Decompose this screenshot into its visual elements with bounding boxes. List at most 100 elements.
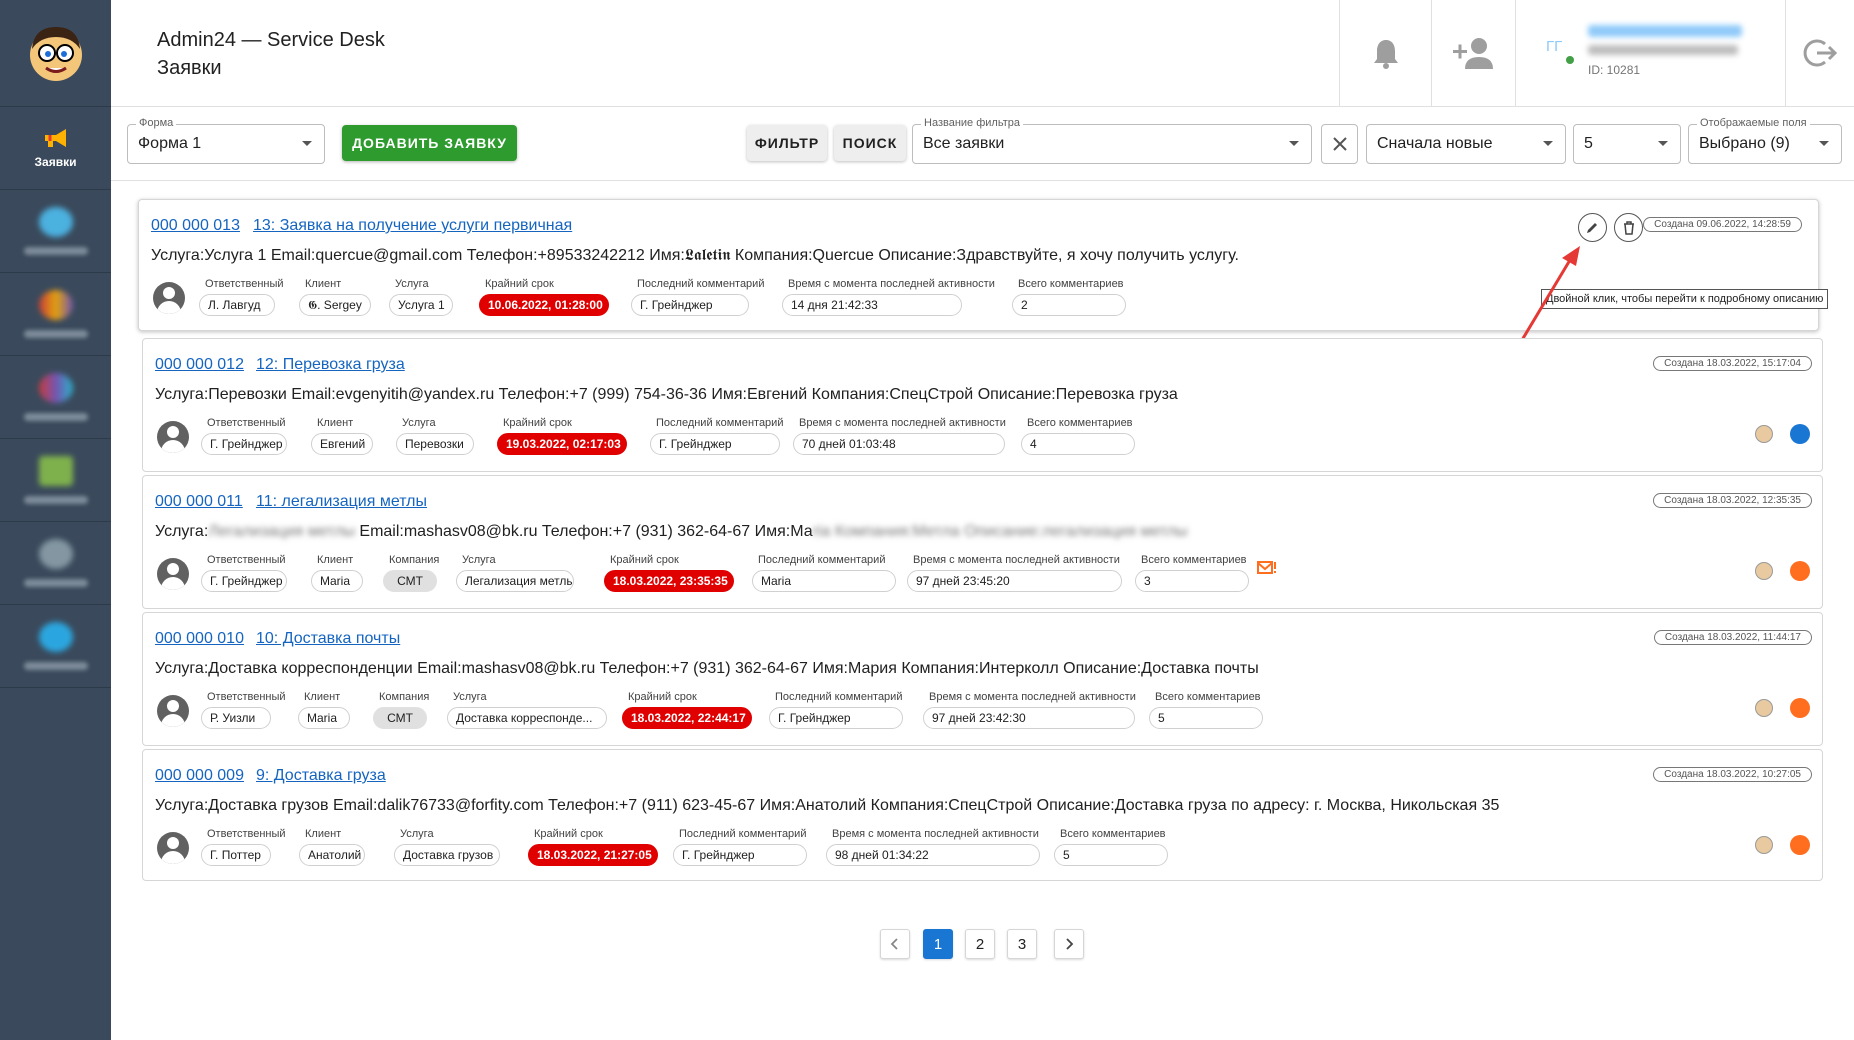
field-label: Последний комментарий	[775, 691, 903, 703]
request-title-link[interactable]: 10: Доставка почты	[256, 630, 400, 648]
sidebar-item-blurred-6[interactable]	[0, 605, 111, 688]
request-id-link[interactable]: 000 000 010	[155, 630, 244, 648]
request-title-link[interactable]: 9: Доставка груза	[256, 767, 386, 785]
field-value: Р. Уизли	[201, 707, 271, 729]
filter-button[interactable]: ФИЛЬТР	[747, 125, 827, 161]
field-value: Доставка грузов	[394, 844, 500, 866]
request-title-link[interactable]: 13: Заявка на получение услуги первичная	[253, 217, 572, 235]
field-value: Перевозки	[396, 433, 474, 455]
request-title-link[interactable]: 11: легализация метлы	[256, 493, 427, 511]
request-title-link[interactable]: 12: Перевозка груза	[256, 356, 405, 374]
field-label: Всего комментариев	[1155, 691, 1261, 703]
blurred-label	[23, 496, 88, 504]
add-request-button[interactable]: ДОБАВИТЬ ЗАЯВКУ	[342, 125, 517, 161]
page-button-3[interactable]: 3	[1007, 929, 1037, 959]
filter-name-select[interactable]: Название фильтра Все заявки	[912, 117, 1312, 164]
field-label: Клиент	[304, 691, 341, 703]
page-button-2[interactable]: 2	[965, 929, 995, 959]
request-description: Услуга:Перевозки Email:evgenyitih@yandex…	[155, 386, 1178, 403]
request-card[interactable]: 000 000 011 11: легализация метлы Услуга…	[142, 475, 1823, 609]
field-value: 97 дней 23:45:20	[907, 570, 1122, 592]
filter-name-value: Все заявки	[923, 135, 1005, 152]
toolbar: Форма Форма 1 ДОБАВИТЬ ЗАЯВКУ ФИЛЬТР ПОИ…	[111, 107, 1854, 181]
field-label: Последний комментарий	[637, 278, 765, 290]
request-id-link[interactable]: 000 000 013	[151, 217, 240, 235]
field-label: Ответственный	[207, 691, 286, 703]
displayed-fields-value: Выбрано (9)	[1699, 135, 1790, 152]
blurred-label	[23, 579, 88, 587]
edit-button[interactable]	[1578, 213, 1607, 242]
user-initials: ГГ	[1546, 38, 1563, 55]
field-value: Г. Грейнджер	[650, 433, 780, 455]
displayed-fields-select[interactable]: Отображаемые поля Выбрано (9)	[1688, 117, 1842, 164]
sort-select-value: Сначала новые	[1377, 135, 1493, 152]
megaphone-icon	[44, 129, 66, 147]
page-button-1[interactable]: 1	[923, 929, 953, 959]
logo[interactable]	[0, 0, 111, 107]
sidebar-item-requests[interactable]: Заявки	[0, 107, 111, 190]
field-value: Услуга 1	[389, 294, 453, 316]
description-blurred: Легализация метлы	[208, 523, 355, 540]
blurred-label	[23, 413, 88, 421]
request-id-link[interactable]: 000 000 012	[155, 356, 244, 374]
chevron-down-icon	[1819, 141, 1829, 146]
field-label: Ответственный	[205, 278, 284, 290]
next-page-button[interactable]	[1054, 929, 1084, 959]
field-label: Всего комментариев	[1027, 417, 1133, 429]
close-icon	[1332, 137, 1347, 151]
sidebar-item-blurred-1[interactable]	[0, 190, 111, 273]
sort-select[interactable]: Сначала новые	[1366, 124, 1566, 164]
user-face-icon	[1755, 562, 1773, 580]
blurred-label	[23, 330, 88, 338]
add-user-button[interactable]	[1431, 0, 1515, 106]
chevron-down-icon	[1289, 141, 1299, 146]
per-page-select[interactable]: 5	[1573, 124, 1681, 164]
chevron-left-icon	[890, 938, 898, 950]
field-value: Г. Грейнджер	[673, 844, 807, 866]
blurred-icon	[38, 539, 73, 569]
blurred-icon	[38, 622, 73, 652]
logout-icon	[1803, 39, 1837, 67]
request-card[interactable]: 000 000 009 9: Доставка груза Услуга:Дос…	[142, 749, 1823, 881]
add-user-icon	[1452, 38, 1493, 69]
logout-button[interactable]	[1785, 0, 1854, 106]
assignee-avatar	[153, 282, 185, 314]
assignee-avatar	[157, 421, 189, 453]
field-label: Крайний срок	[534, 828, 603, 840]
blurred-label	[23, 247, 88, 255]
user-name-blurred	[1588, 25, 1742, 37]
sidebar-item-blurred-5[interactable]	[0, 522, 111, 605]
field-value: 3	[1135, 570, 1249, 592]
field-value: Maria	[298, 707, 350, 729]
clear-filter-button[interactable]	[1321, 124, 1358, 164]
sidebar-item-blurred-4[interactable]	[0, 439, 111, 522]
request-id-link[interactable]: 000 000 011	[155, 493, 243, 511]
field-label: Услуга	[453, 691, 487, 703]
field-label: Время с момента последней активности	[799, 417, 1006, 429]
field-label: Ответственный	[207, 554, 286, 566]
search-button[interactable]: ПОИСК	[834, 125, 906, 161]
field-label: Крайний срок	[503, 417, 572, 429]
filter-name-label: Название фильтра	[921, 117, 1023, 129]
field-value: Л. Лавгуд	[199, 294, 275, 316]
field-label: Услуга	[395, 278, 429, 290]
description-text: Услуга:	[155, 523, 209, 540]
blurred-icon	[38, 456, 73, 486]
created-date-badge: Создана 09.06.2022, 14:28:59	[1643, 217, 1802, 232]
field-value: 18.03.2022, 21:27:05	[528, 844, 658, 866]
field-value: 70 дней 01:03:48	[793, 433, 1005, 455]
sidebar-item-blurred-2[interactable]	[0, 273, 111, 356]
created-date-badge: Создана 18.03.2022, 10:27:05	[1653, 767, 1812, 782]
user-profile[interactable]: ГГ ID: 10281	[1515, 0, 1785, 106]
notifications-button[interactable]	[1339, 0, 1431, 106]
description-text: Email:mashasv08@bk.ru Телефон:+7 (931) 3…	[354, 523, 813, 540]
request-card[interactable]: 000 000 010 10: Доставка почты Услуга:До…	[142, 612, 1823, 746]
page-subtitle: Заявки	[157, 57, 222, 79]
field-label: Клиент	[317, 417, 354, 429]
delete-button[interactable]	[1614, 213, 1643, 242]
form-select[interactable]: Форма Форма 1	[127, 117, 325, 164]
request-card[interactable]: 000 000 012 12: Перевозка груза Услуга:П…	[142, 338, 1823, 472]
sidebar-item-blurred-3[interactable]	[0, 356, 111, 439]
prev-page-button[interactable]	[880, 929, 910, 959]
request-id-link[interactable]: 000 000 009	[155, 767, 244, 785]
